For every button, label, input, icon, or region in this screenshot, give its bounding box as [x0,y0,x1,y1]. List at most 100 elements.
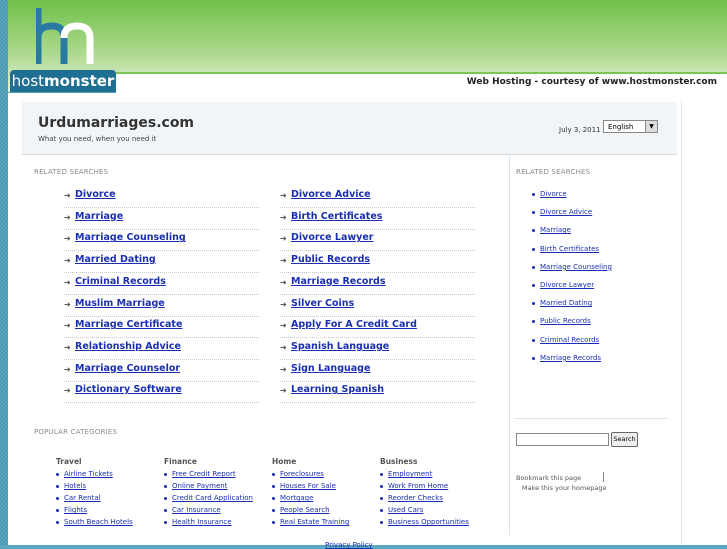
right-arrow-icon: ➜ [280,386,287,396]
related-search-item[interactable]: ➜ Marriage [64,208,259,230]
related-search-item[interactable]: ➜ Spanish Language [280,338,475,360]
bookmark-link[interactable]: Bookmark this page [516,474,581,482]
category-link[interactable]: Houses For Sale [280,482,336,490]
related-search-link[interactable]: Marriage Certificate [75,319,182,330]
category-link[interactable]: Airline Tickets [64,470,113,478]
related-search-link[interactable]: Sign Language [291,363,370,374]
category-link[interactable]: Credit Card Application [172,494,253,502]
related-search-item[interactable]: ➜ Birth Certificates [280,208,475,230]
category-link[interactable]: Car Insurance [172,506,221,514]
related-search-link[interactable]: Marriage Counselor [75,363,180,374]
category-link[interactable]: Mortgage [280,494,313,502]
related-search-link[interactable]: Silver Coins [291,298,354,309]
related-search-item[interactable]: ➜ Divorce Lawyer [280,229,475,252]
side-search-link[interactable]: Public Records [540,317,591,325]
related-search-item[interactable]: ➜ Marriage Certificate [64,316,259,339]
related-search-link[interactable]: Learning Spanish [291,384,384,395]
category-link[interactable]: Foreclosures [280,470,324,478]
category-title: Finance [164,457,197,466]
courtesy-text: Web Hosting - courtesy of www.hostmonste… [466,77,717,87]
privacy-policy-link[interactable]: Privacy Policy [325,541,373,549]
related-search-item[interactable]: ➜ Marriage Counseling [64,229,259,252]
related-search-link[interactable]: Divorce Advice [291,189,371,200]
related-search-link[interactable]: Birth Certificates [291,211,382,222]
related-search-item[interactable]: ➜ Marriage Records [280,273,475,295]
search-button[interactable]: Search [611,432,638,447]
related-search-link[interactable]: Criminal Records [75,276,166,287]
right-arrow-icon: ➜ [64,364,71,374]
bullet-icon [272,473,275,476]
right-arrow-icon: ➜ [280,234,287,244]
related-search-link[interactable]: Divorce [75,189,116,200]
side-search-link[interactable]: Marriage Records [540,354,601,362]
side-search-link[interactable]: Divorce [540,190,567,198]
related-search-link[interactable]: Muslim Marriage [75,298,165,309]
search-input[interactable] [516,433,609,446]
right-arrow-icon: ➜ [280,212,287,222]
related-search-item[interactable]: ➜ Relationship Advice [64,338,259,360]
side-search-link[interactable]: Divorce Lawyer [540,281,594,289]
category-link[interactable]: Real Estate Training [280,518,349,526]
category-link[interactable]: Health Insurance [172,518,232,526]
popular-categories-heading: POPULAR CATEGORIES [34,428,118,436]
page-header: Urdumarriages.com What you need, when yo… [22,102,677,155]
category-link[interactable]: Free Credit Report [172,470,236,478]
right-arrow-icon: ➜ [64,386,71,396]
side-search-link[interactable]: Marriage [540,226,571,234]
related-search-link[interactable]: Apply For A Credit Card [291,319,417,330]
side-search-link[interactable]: Criminal Records [540,336,599,344]
related-search-item[interactable]: ➜ Learning Spanish [280,381,475,404]
category-link[interactable]: Flights [64,506,87,514]
side-search-link[interactable]: Marriage Counseling [540,263,612,271]
bullet-icon [532,265,535,269]
related-search-item[interactable]: ➜ Sign Language [280,360,475,382]
category-title: Business [380,457,418,466]
related-search-item[interactable]: ➜ Divorce Advice [280,186,475,208]
related-search-item[interactable]: ➜ Muslim Marriage [64,295,259,317]
logo-monster: monster [44,72,115,90]
side-search-link[interactable]: Birth Certificates [540,245,599,253]
related-search-item[interactable]: ➜ Marriage Counselor [64,360,259,382]
side-search-link[interactable]: Married Dating [540,299,592,307]
related-search-link[interactable]: Divorce Lawyer [291,232,374,243]
bullet-icon [532,320,535,324]
related-search-link[interactable]: Relationship Advice [75,341,181,352]
related-search-item[interactable]: ➜ Married Dating [64,251,259,274]
bullet-icon [56,473,59,476]
category-link[interactable]: Business Opportunities [388,518,469,526]
related-search-item[interactable]: ➜ Criminal Records [64,273,259,295]
related-search-link[interactable]: Marriage [75,211,123,222]
related-search-item[interactable]: ➜ Apply For A Credit Card [280,316,475,339]
related-search-item[interactable]: ➜ Dictionary Software [64,381,259,404]
related-search-link[interactable]: Spanish Language [291,341,389,352]
language-select[interactable]: English ▼ [603,120,658,133]
chevron-down-icon[interactable]: ▼ [645,121,657,132]
current-date: July 3, 2011 [559,126,601,134]
homepage-link[interactable]: Make this your homepage [522,484,606,492]
category-link[interactable]: Online Payment [172,482,227,490]
related-search-link[interactable]: Married Dating [75,254,156,265]
category-link[interactable]: Employment [388,470,432,478]
category-link[interactable]: Work From Home [388,482,448,490]
hostmonster-logo[interactable]: hostmonster [10,70,116,92]
right-arrow-icon: ➜ [64,299,71,309]
related-search-item[interactable]: ➜ Divorce [64,186,259,208]
right-arrow-icon: ➜ [280,191,287,200]
bullet-icon [532,211,535,215]
parked-page: Urdumarriages.com What you need, when yo… [8,93,727,549]
bullet-icon [532,356,535,360]
related-search-link[interactable]: Public Records [291,254,370,265]
category-link[interactable]: People Search [280,506,330,514]
category-link[interactable]: Hotels [64,482,86,490]
category-link[interactable]: Reorder Checks [388,494,443,502]
side-search-link[interactable]: Divorce Advice [540,208,592,216]
category-link[interactable]: Car Rental [64,494,101,502]
related-search-link[interactable]: Marriage Counseling [75,232,186,243]
related-search-item[interactable]: ➜ Silver Coins [280,295,475,317]
related-search-link[interactable]: Dictionary Software [75,384,182,395]
category-link[interactable]: Used Cars [388,506,423,514]
related-searches-heading: RELATED SEARCHES [34,168,109,176]
category-link[interactable]: South Beach Hotels [64,518,133,526]
related-search-link[interactable]: Marriage Records [291,276,386,287]
related-search-item[interactable]: ➜ Public Records [280,251,475,274]
